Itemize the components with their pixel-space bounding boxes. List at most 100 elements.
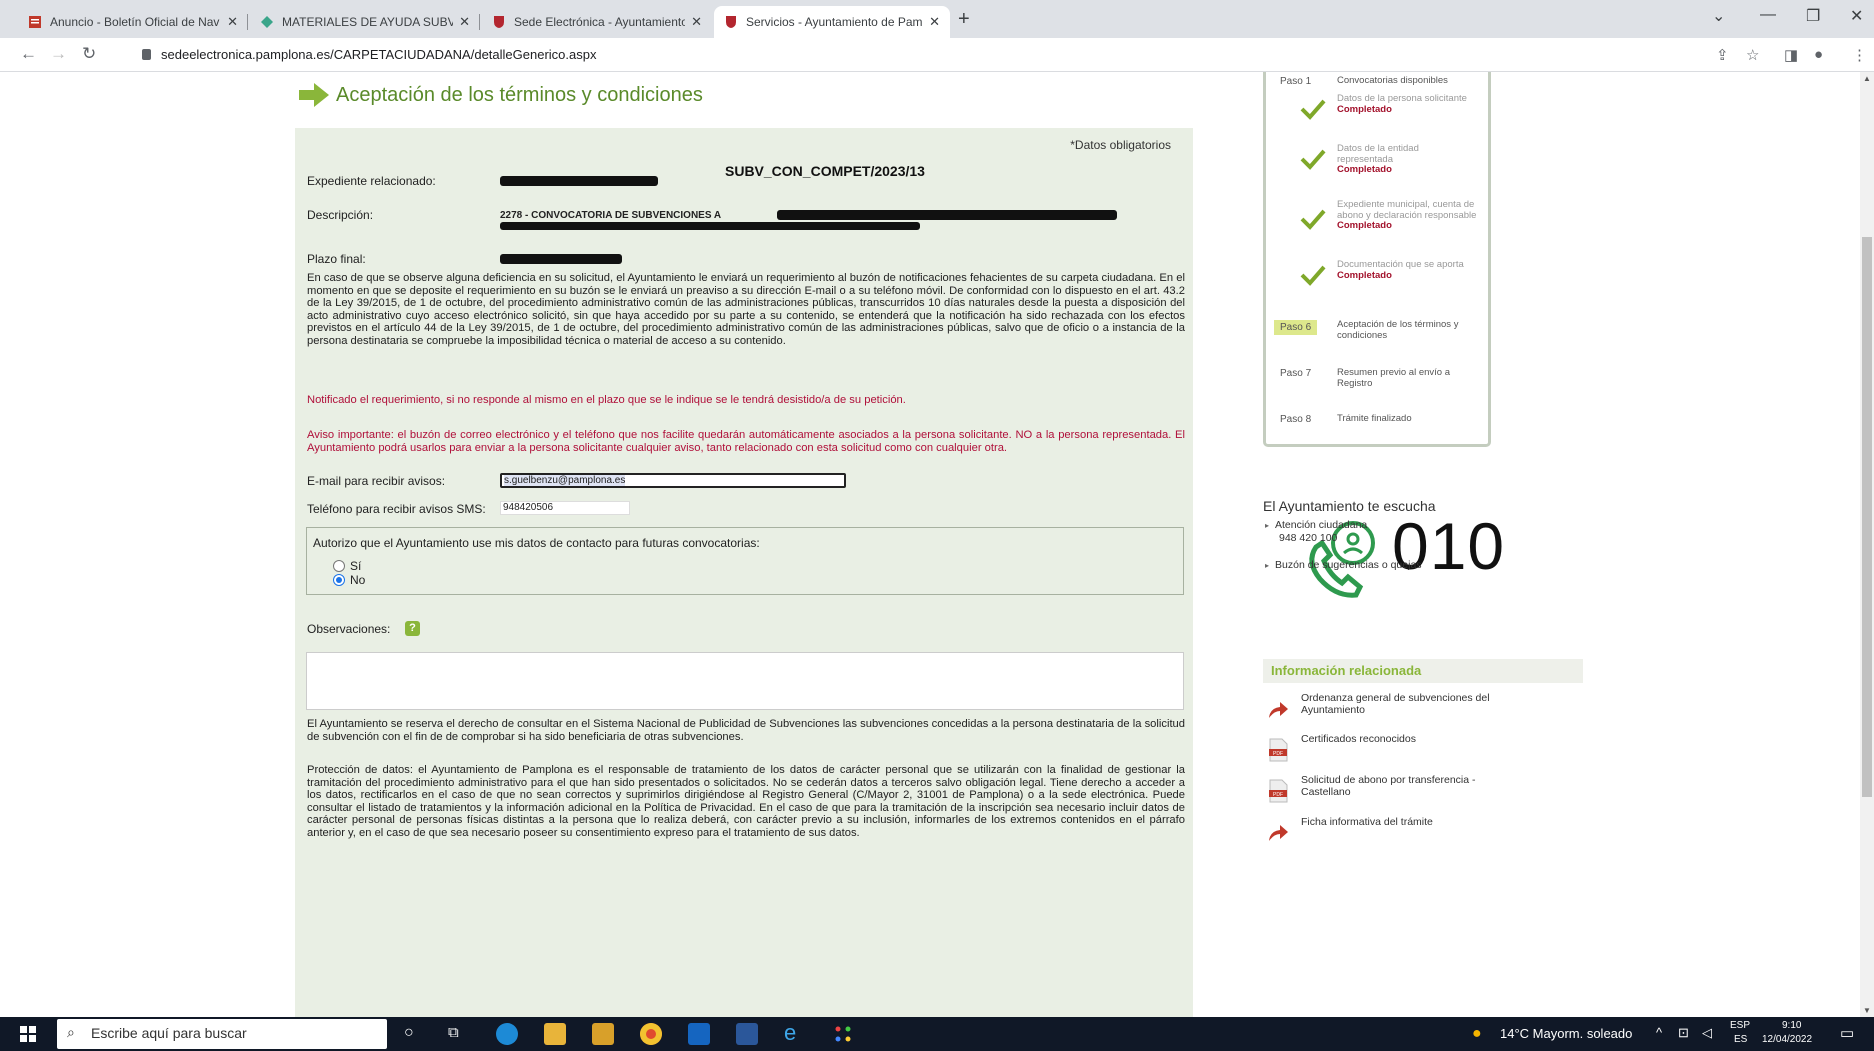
svg-text:PDF: PDF bbox=[1273, 792, 1283, 798]
info-related-header: Información relacionada bbox=[1263, 659, 1583, 683]
notifications-icon[interactable]: ▭ bbox=[1840, 1024, 1854, 1042]
clock-date[interactable]: 12/04/2022 bbox=[1762, 1034, 1812, 1045]
clock-time[interactable]: 9:10 bbox=[1782, 1020, 1801, 1031]
close-tab-icon[interactable]: ✕ bbox=[459, 14, 470, 30]
descripcion-label: Descripción: bbox=[307, 208, 374, 222]
lock-icon bbox=[142, 49, 151, 60]
step-status: Completado bbox=[1337, 269, 1392, 281]
step-number: Paso 6 bbox=[1274, 320, 1318, 335]
language-bottom[interactable]: ES bbox=[1734, 1034, 1747, 1045]
green-arrow-icon bbox=[299, 83, 329, 107]
tab-label: Servicios - Ayuntamiento de Pam bbox=[746, 15, 923, 29]
weather-text[interactable]: 14°C Mayorm. soleado bbox=[1500, 1026, 1632, 1041]
tray-chevron-icon[interactable]: ^ bbox=[1656, 1025, 1662, 1040]
tab-label: Sede Electrónica - Ayuntamiento bbox=[514, 15, 686, 29]
profile-icon[interactable]: ● bbox=[1814, 46, 1823, 63]
bookmark-star-icon[interactable]: ☆ bbox=[1746, 46, 1759, 64]
check-icon bbox=[1300, 99, 1326, 120]
close-tab-icon[interactable]: ✕ bbox=[691, 14, 702, 30]
file-explorer-icon[interactable] bbox=[544, 1023, 566, 1045]
close-tab-icon[interactable]: ✕ bbox=[929, 14, 940, 30]
pdf-icon[interactable]: PDF bbox=[1266, 779, 1290, 803]
browser-tab-4-active[interactable]: Servicios - Ayuntamiento de Pam ✕ bbox=[714, 6, 950, 38]
internet-explorer-icon[interactable]: e bbox=[784, 1020, 796, 1046]
atencion-phone: 948 420 100 bbox=[1279, 532, 1338, 544]
buzon-label: Buzón de sugerencias o quejas bbox=[1275, 559, 1422, 571]
language-top[interactable]: ESP bbox=[1730, 1020, 1750, 1031]
forward-arrow-icon[interactable]: → bbox=[50, 44, 67, 64]
chrome-icon[interactable] bbox=[640, 1023, 662, 1045]
related-link-1[interactable]: Ordenanza general de subvenciones del Ay… bbox=[1301, 692, 1501, 716]
radio-checked-icon[interactable] bbox=[333, 574, 345, 586]
step-label: Convocatorias disponibles bbox=[1337, 75, 1448, 86]
required-note: *Datos obligatorios bbox=[1070, 138, 1171, 152]
radio-unchecked-icon[interactable] bbox=[333, 560, 345, 572]
share-icon[interactable]: ⇪ bbox=[1716, 46, 1729, 64]
page-scrollbar[interactable]: ▲ ▼ bbox=[1860, 72, 1874, 1017]
taskbar-search-box[interactable]: ⌕ Escribe aquí para buscar bbox=[57, 1019, 387, 1049]
browser-tab-3[interactable]: Sede Electrónica - Ayuntamiento ✕ bbox=[482, 6, 712, 38]
menu-dots-icon[interactable]: ⋮ bbox=[1852, 46, 1867, 64]
tab-separator bbox=[247, 14, 248, 30]
browser-tab-1[interactable]: Anuncio - Boletín Oficial de Nav ✕ bbox=[18, 6, 248, 38]
close-window-icon[interactable]: ✕ bbox=[1850, 6, 1863, 26]
bullet-icon: ▸ bbox=[1265, 561, 1270, 570]
pamplona-shield-favicon-icon bbox=[494, 16, 504, 28]
atencion-ciudadana-link[interactable]: ▸ Atención ciudadana 948 420 100 bbox=[1265, 519, 1367, 544]
network-icon[interactable]: ⊡ bbox=[1678, 1025, 1689, 1041]
help-icon[interactable]: ? bbox=[405, 621, 420, 636]
redaction-bar bbox=[500, 176, 658, 186]
section-heading: Aceptación de los términos y condiciones bbox=[298, 82, 703, 108]
reload-icon[interactable]: ↻ bbox=[82, 44, 96, 64]
related-link-3[interactable]: Solicitud de abono por transferencia - C… bbox=[1301, 774, 1501, 798]
browser-tab-2[interactable]: MATERIALES DE AYUDA SUBVEN ✕ bbox=[250, 6, 480, 38]
link-arrow-icon[interactable] bbox=[1266, 821, 1290, 845]
scrollbar-thumb[interactable] bbox=[1862, 237, 1872, 797]
weather-sun-icon[interactable]: ● bbox=[1472, 1025, 1482, 1043]
redaction-bar bbox=[777, 210, 1117, 220]
tab-search-chevron-icon[interactable]: ⌄ bbox=[1712, 6, 1725, 26]
speaker-icon[interactable]: ◁ bbox=[1702, 1025, 1712, 1041]
windows-taskbar: ⌕ Escribe aquí para buscar ○ ⧉ e ● 14°C … bbox=[0, 1017, 1874, 1051]
email-field[interactable]: s.guelbenzu@pamplona.es bbox=[500, 473, 846, 488]
scroll-up-icon[interactable]: ▲ bbox=[1863, 74, 1871, 83]
url-field[interactable]: sedeelectronica.pamplona.es/CARPETACIUDA… bbox=[142, 47, 596, 62]
word-icon[interactable] bbox=[736, 1023, 758, 1045]
document-favicon-icon bbox=[29, 16, 41, 28]
store-icon[interactable] bbox=[592, 1023, 614, 1045]
step-label: Resumen previo al envío a Registro bbox=[1337, 367, 1451, 389]
email-label: E-mail para recibir avisos: bbox=[307, 474, 446, 488]
consent-no-radio[interactable]: No bbox=[333, 573, 365, 587]
restore-icon[interactable]: ❐ bbox=[1806, 6, 1820, 26]
redaction-bar bbox=[500, 254, 622, 264]
minimize-icon[interactable]: — bbox=[1760, 6, 1776, 24]
page-title: Aceptación de los términos y condiciones bbox=[336, 83, 703, 106]
apps-dots-icon[interactable] bbox=[832, 1023, 854, 1045]
buzon-link[interactable]: ▸ Buzón de sugerencias o quejas bbox=[1265, 559, 1422, 572]
desistimiento-warning: Notificado el requerimiento, si no respo… bbox=[307, 394, 906, 406]
close-tab-icon[interactable]: ✕ bbox=[227, 14, 238, 30]
descripcion-value: 2278 - CONVOCATORIA DE SUBVENCIONES A bbox=[500, 210, 722, 221]
consent-yes-label: Sí bbox=[350, 559, 362, 573]
step-text: Datos de la persona solicitante Completad… bbox=[1337, 93, 1477, 115]
sms-value: 948420506 bbox=[503, 502, 554, 513]
sms-phone-field[interactable]: 948420506 bbox=[500, 501, 630, 515]
outlook-icon[interactable] bbox=[688, 1023, 710, 1045]
side-panel-icon[interactable]: ◨ bbox=[1784, 46, 1798, 64]
step-label: Expediente municipal, cuenta de abono y … bbox=[1337, 199, 1477, 221]
task-view-icon[interactable]: ⧉ bbox=[448, 1024, 459, 1041]
back-arrow-icon[interactable]: ← bbox=[20, 44, 37, 64]
observaciones-textarea[interactable] bbox=[306, 652, 1184, 710]
edge-icon[interactable] bbox=[496, 1023, 518, 1045]
related-link-2[interactable]: Certificados reconocidos bbox=[1301, 733, 1501, 745]
related-link-4[interactable]: Ficha informativa del trámite bbox=[1301, 816, 1501, 828]
link-arrow-icon[interactable] bbox=[1266, 698, 1290, 722]
svg-text:PDF: PDF bbox=[1273, 751, 1283, 757]
consent-yes-radio[interactable]: Sí bbox=[333, 559, 361, 573]
step-label: Documentación que se aporta bbox=[1337, 259, 1464, 270]
new-tab-icon[interactable]: + bbox=[958, 8, 970, 31]
windows-start-icon[interactable] bbox=[20, 1026, 36, 1042]
pdf-icon[interactable]: PDF bbox=[1266, 738, 1290, 762]
scroll-down-icon[interactable]: ▼ bbox=[1863, 1006, 1871, 1015]
cortana-circle-icon[interactable]: ○ bbox=[404, 1024, 414, 1042]
